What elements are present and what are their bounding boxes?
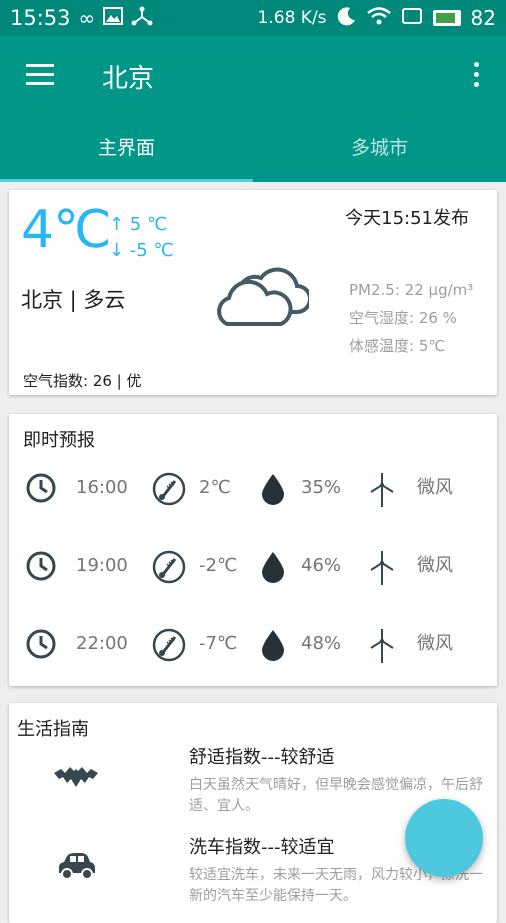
bat-icon [53,765,99,793]
humidity-value: 空气湿度: 26 % [349,309,457,327]
clock-icon [25,550,57,586]
high-temperature: ↑ 5 ℃ [109,214,168,235]
thermometer-icon [152,550,186,588]
forecast-temperature: -7℃ [199,633,238,654]
wind-turbine-icon [368,472,396,512]
forecast-row: 22:00 -7℃ 48% 微风 [9,624,497,664]
image-icon [103,6,124,30]
tab-multi-city-label: 多城市 [350,137,408,159]
forecast-time: 19:00 [76,555,128,576]
current-temperature: 4℃ [21,200,111,260]
water-drop-icon [259,472,287,510]
forecast-wind: 微风 [417,555,453,576]
forecast-time: 22:00 [76,633,128,654]
pm25-value: PM2.5: 22 μg/m³ [349,281,474,299]
screen-icon [401,6,423,30]
page-title: 北京 [102,64,155,94]
forecast-humidity: 46% [301,555,342,576]
forecast-temperature: -2℃ [199,555,238,576]
cloudy-icon [209,254,312,334]
clock-icon [25,628,57,664]
publish-time: 今天15:51发布 [345,208,469,229]
thermometer-icon [152,628,186,666]
thermometer-icon [152,472,186,510]
menu-icon[interactable] [26,64,54,86]
current-weather-card: 4℃ ↑ 5 ℃ ↓ -5 ℃ 今天15:51发布 北京 | 多云 PM2.5:… [9,190,497,395]
network-speed: 1.68 K/s [257,8,327,28]
feels-like-value: 体感温度: 5℃ [349,337,446,355]
forecast-row: 16:00 2℃ 35% 微风 [9,468,497,508]
forecast-wind: 微风 [417,477,453,498]
wind-turbine-icon [368,550,396,590]
status-bar: 15:53 ∞ 1.68 K/s 82 [0,0,506,36]
weather-details: PM2.5: 22 μg/m³ 空气湿度: 26 % 体感温度: 5℃ [349,276,473,360]
app-toolbar: 北京 主界面 多城市 [0,36,506,182]
temperature-range: ↑ 5 ℃ ↓ -5 ℃ [109,212,174,264]
forecast-card: 即时预报 16:00 2℃ 35% 微风 19:00 -2℃ 46% 微风 22… [9,414,497,686]
water-drop-icon [259,628,287,666]
forecast-wind: 微风 [417,633,453,654]
life-guide-title: 生活指南 [17,719,89,740]
city-weather: 北京 | 多云 [21,288,126,312]
tab-multi-city[interactable]: 多城市 [253,132,506,182]
tab-bar: 主界面 多城市 [0,132,506,182]
moon-icon [337,6,357,31]
floating-action-button[interactable] [405,799,483,877]
forecast-humidity: 35% [301,477,342,498]
water-drop-icon [259,550,287,588]
wind-turbine-icon [368,628,396,668]
tab-indicator [0,179,253,182]
forecast-humidity: 48% [301,633,342,654]
clock-icon [25,472,57,508]
car-icon [55,851,97,885]
wifi-icon [366,6,391,30]
air-quality-index: 空气指数: 26 | 优 [23,372,142,390]
share-network-icon [131,6,153,31]
forecast-title: 即时预报 [23,430,95,451]
infinity-icon: ∞ [78,6,96,30]
more-options-icon[interactable] [472,62,480,90]
forecast-temperature: 2℃ [199,477,231,498]
forecast-time: 16:00 [76,477,128,498]
status-time: 15:53 [10,6,71,30]
low-temperature: ↓ -5 ℃ [109,240,174,261]
tab-main[interactable]: 主界面 [0,132,253,182]
battery-icon [432,10,461,26]
guide-item-title: 舒适指数---较舒适 [189,747,335,768]
forecast-row: 19:00 -2℃ 46% 微风 [9,546,497,586]
tab-main-label: 主界面 [97,137,155,159]
battery-level: 82 [470,6,496,30]
